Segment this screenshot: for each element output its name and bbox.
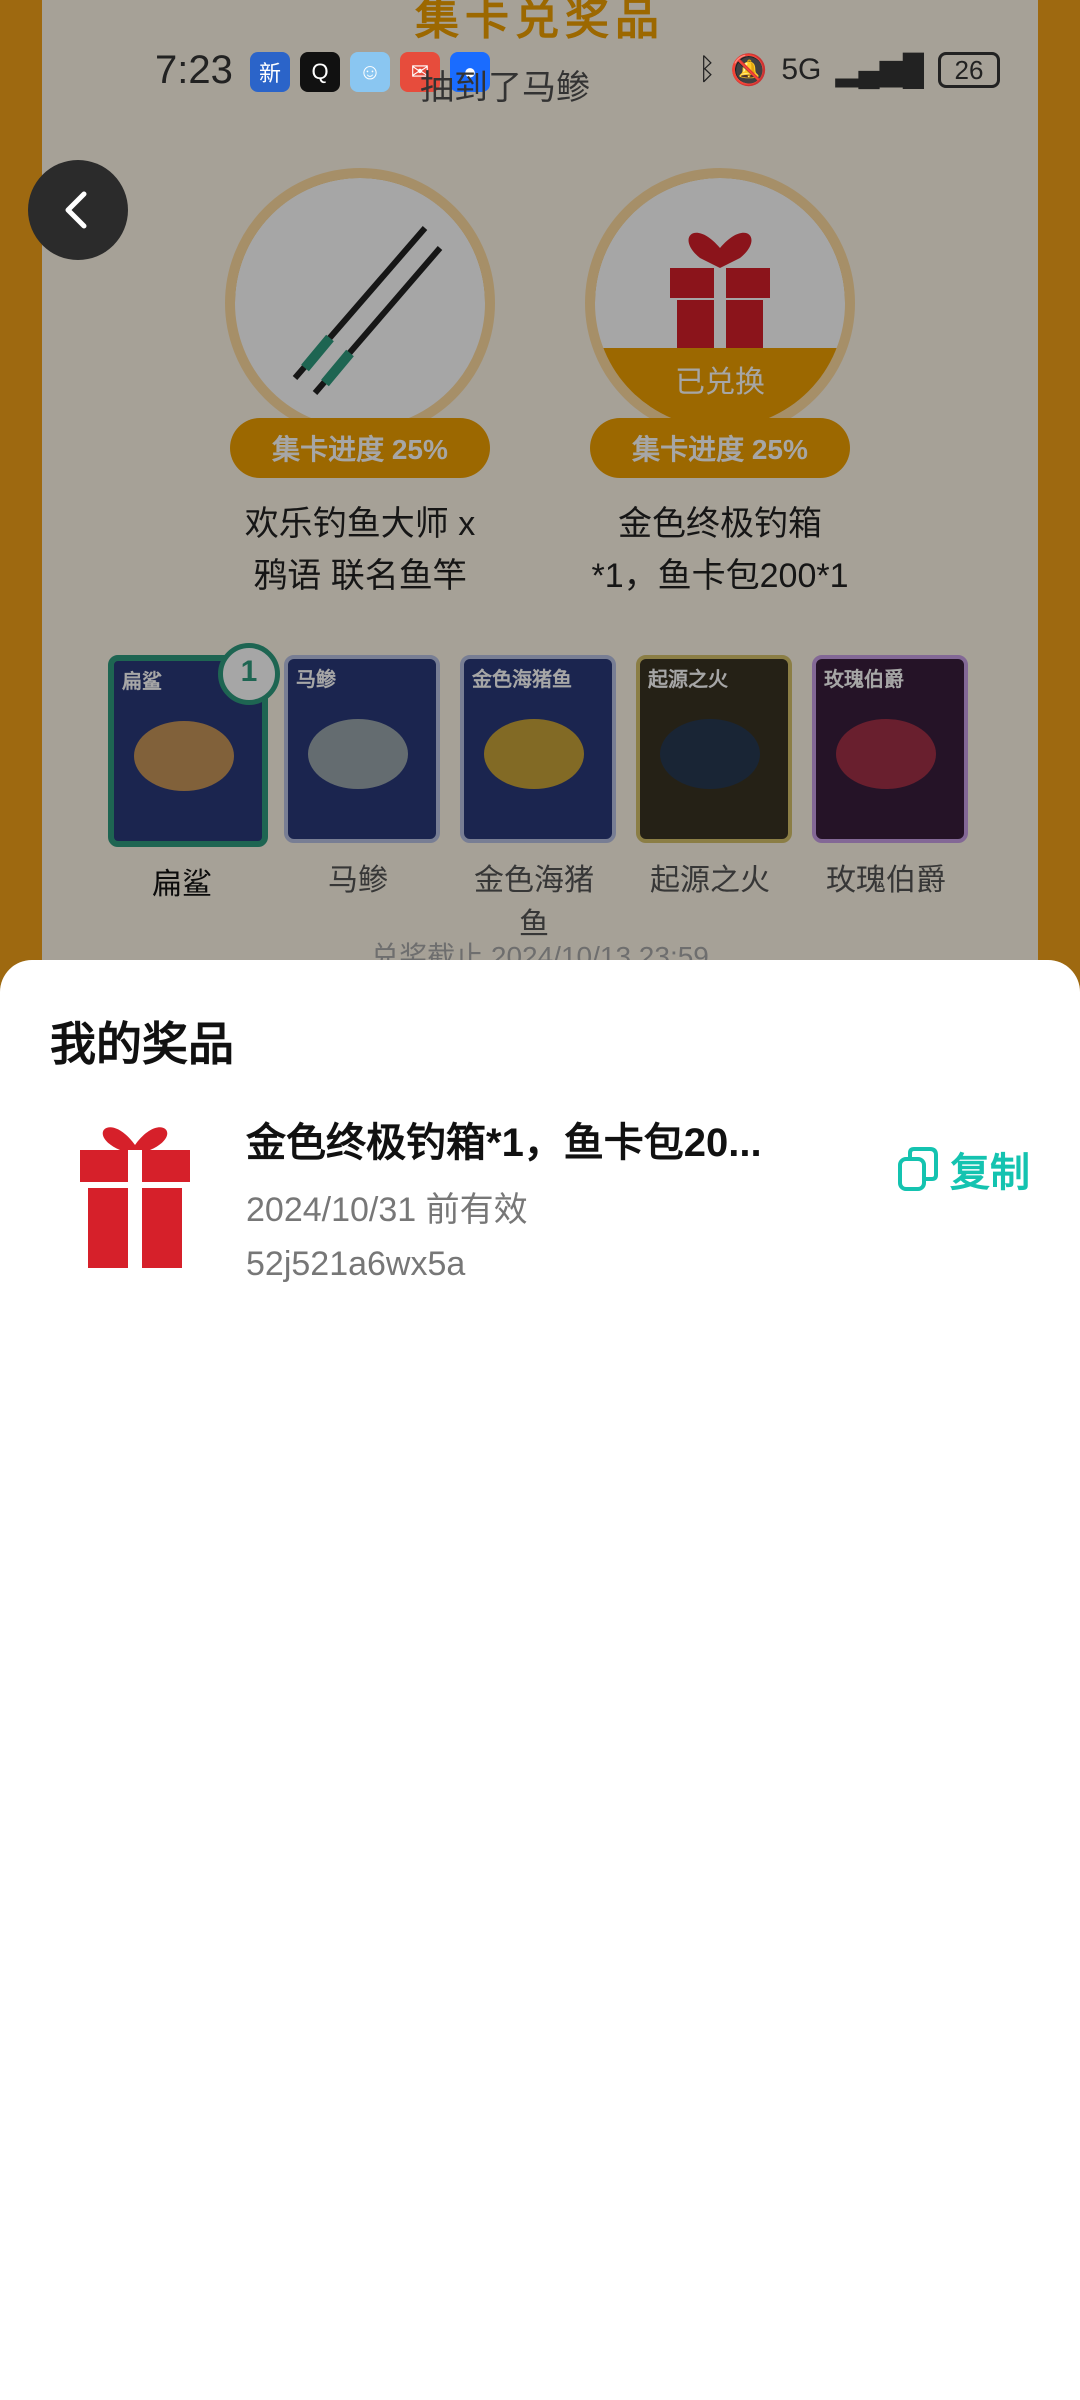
modal-backdrop[interactable] (0, 0, 1080, 1000)
status-bar: 7:23 新 Q ☺ ✉ ● 抽到了马鲹 ᛒ 🔕 5G ▂▄▆█ 26 (0, 0, 1080, 145)
back-button[interactable] (28, 160, 128, 260)
battery-indicator: 26 (938, 52, 1000, 88)
network-label: 5G (781, 53, 822, 86)
copy-button[interactable]: 复制 (896, 1140, 1030, 1198)
avatar-app-icon: ☺ (350, 52, 390, 92)
sheet-title: 我的奖品 (50, 1018, 234, 1070)
signal-icon: ▂▄▆█ (835, 53, 924, 87)
prize-code: 52j521a6wx5a (246, 1245, 466, 1283)
prize-title: 金色终极钓箱*1，鱼卡包20... (246, 1121, 762, 1165)
status-time: 7:23 (155, 48, 233, 92)
gift-box-icon (80, 1127, 190, 1268)
prize-details: 金色终极钓箱*1，鱼卡包20... 2024/10/31 前有效 52j521a… (246, 1110, 826, 1284)
draw-notice: 抽到了马鲹 (420, 69, 590, 107)
chevron-left-icon (65, 191, 87, 229)
qq-icon: Q (300, 52, 340, 92)
copy-label: 复制 (950, 1151, 1030, 1195)
bluetooth-icon: ᛒ (697, 53, 716, 86)
system-indicators: ᛒ 🔕 5G ▂▄▆█ 26 (698, 52, 1000, 88)
mute-icon: 🔕 (729, 53, 768, 87)
copy-icon (898, 1147, 938, 1191)
prize-list-item: 金色终极钓箱*1，鱼卡包20... 2024/10/31 前有效 52j521a… (0, 1110, 1080, 1310)
news-app-icon: 新 (250, 52, 290, 92)
prize-valid-date: 2024/10/31 前有效 (246, 1191, 528, 1229)
my-prizes-sheet: 我的奖品 金色终极钓箱*1，鱼卡包20... 2024/10/31 前有效 52… (0, 960, 1080, 2400)
